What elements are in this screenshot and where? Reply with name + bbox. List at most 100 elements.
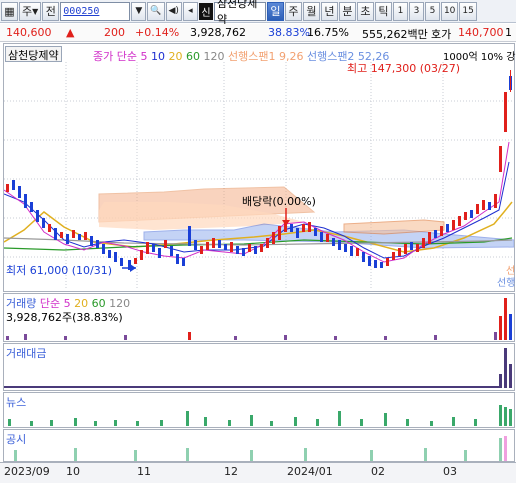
- trailing-value: 1: [505, 26, 512, 39]
- news-chart: [8, 405, 512, 426]
- stock-code-input[interactable]: 000250: [60, 1, 131, 21]
- interval-3[interactable]: 3: [408, 1, 424, 21]
- period-tick[interactable]: 틱: [374, 1, 392, 21]
- code-dropdown-icon[interactable]: ▼: [131, 1, 147, 21]
- candle: [248, 244, 251, 252]
- candle: [224, 244, 227, 250]
- turnover-rate: 16.75%: [307, 26, 349, 39]
- candle: [434, 230, 437, 238]
- candle: [290, 224, 293, 232]
- market-selector[interactable]: 주 ▼: [19, 1, 42, 21]
- candle: [176, 254, 179, 264]
- stock-name-field: 삼천당제약: [213, 0, 266, 26]
- candle: [12, 180, 15, 190]
- candle: [72, 230, 75, 238]
- interval-15[interactable]: 15: [459, 1, 477, 21]
- x-axis-label: 03: [443, 465, 457, 478]
- candle: [84, 232, 87, 240]
- period-day[interactable]: 일: [266, 1, 284, 21]
- candle: [452, 220, 455, 230]
- up-arrow-icon: ▲: [66, 26, 75, 39]
- candle: [504, 92, 507, 132]
- speaker-icon[interactable]: ◀): [165, 1, 182, 21]
- candle: [404, 244, 407, 254]
- candle: [158, 248, 161, 258]
- candle: [326, 234, 329, 242]
- price-change: 200: [104, 26, 125, 39]
- interval-10[interactable]: 10: [440, 1, 459, 21]
- candle: [66, 234, 69, 244]
- candle: [386, 258, 389, 266]
- period-minute[interactable]: 분: [338, 1, 356, 21]
- amount-chart: [4, 348, 512, 388]
- candle: [170, 246, 173, 256]
- x-axis-label: 2023/09: [4, 465, 50, 478]
- candle: [476, 204, 479, 214]
- candle: [314, 228, 317, 236]
- interval-5[interactable]: 5: [424, 1, 440, 21]
- volume-chart: [6, 298, 512, 340]
- prev-stock-icon[interactable]: ◂: [182, 1, 198, 21]
- candle: [392, 252, 395, 260]
- candle: [230, 242, 233, 252]
- volume-ratio: 38.83%: [268, 26, 310, 39]
- candle: [380, 262, 383, 268]
- candle: [494, 194, 497, 208]
- x-axis-label: 10: [66, 465, 80, 478]
- candle: [499, 146, 502, 172]
- credit-badge: 신: [198, 2, 213, 20]
- candle: [446, 224, 449, 232]
- candle: [374, 260, 377, 268]
- period-month[interactable]: 월: [302, 1, 320, 21]
- candle: [320, 232, 323, 242]
- price-chart: [4, 62, 514, 290]
- x-axis-label: 11: [137, 465, 151, 478]
- candle: [108, 250, 111, 258]
- candle: [302, 224, 305, 232]
- candle: [6, 184, 9, 192]
- period-year[interactable]: 년: [320, 1, 338, 21]
- candle: [30, 202, 33, 212]
- x-axis-label: 02: [371, 465, 385, 478]
- right-edge-label-2: 선행: [497, 278, 516, 289]
- volume-bars: [6, 298, 512, 340]
- candle: [78, 234, 81, 240]
- candle: [218, 240, 221, 248]
- low-price-annotation: 최저 61,000 (10/31): [6, 264, 113, 277]
- amount-bar: [499, 374, 502, 388]
- interval-1[interactable]: 1: [392, 1, 408, 21]
- candle: [42, 218, 45, 228]
- candle: [200, 246, 203, 254]
- candle: [60, 232, 63, 238]
- candle: [188, 226, 191, 246]
- candle: [146, 242, 149, 254]
- x-axis-label: 2024/01: [287, 465, 333, 478]
- low-arrow-icon: [130, 264, 136, 272]
- candle: [254, 246, 257, 254]
- period-second[interactable]: 초: [356, 1, 374, 21]
- candle: [140, 250, 143, 260]
- amount-bar: [504, 348, 507, 388]
- candle: [182, 258, 185, 266]
- candle: [260, 244, 263, 252]
- candle: [464, 212, 467, 220]
- ask-price: 140,700: [458, 26, 504, 39]
- candle: [368, 256, 371, 266]
- price-panel-title[interactable]: 삼천당제약: [5, 46, 62, 62]
- view-toggle-button[interactable]: 전: [42, 1, 60, 21]
- candle: [482, 200, 485, 210]
- candle: [470, 210, 473, 218]
- x-axis: 2023/09 10 11 12 2024/01 02 03: [0, 462, 516, 483]
- candle: [242, 248, 245, 256]
- candle: [206, 242, 209, 250]
- period-week[interactable]: 주: [284, 1, 302, 21]
- candle: [356, 248, 359, 256]
- candle: [152, 244, 155, 252]
- high-price-annotation: 최고 147,300 (03/27): [347, 62, 461, 75]
- candle: [120, 258, 123, 266]
- candle: [296, 228, 299, 238]
- candle: [236, 246, 239, 254]
- candle: [36, 210, 39, 222]
- grid-menu-icon[interactable]: ▦: [1, 1, 18, 21]
- search-icon[interactable]: 🔍: [147, 1, 165, 21]
